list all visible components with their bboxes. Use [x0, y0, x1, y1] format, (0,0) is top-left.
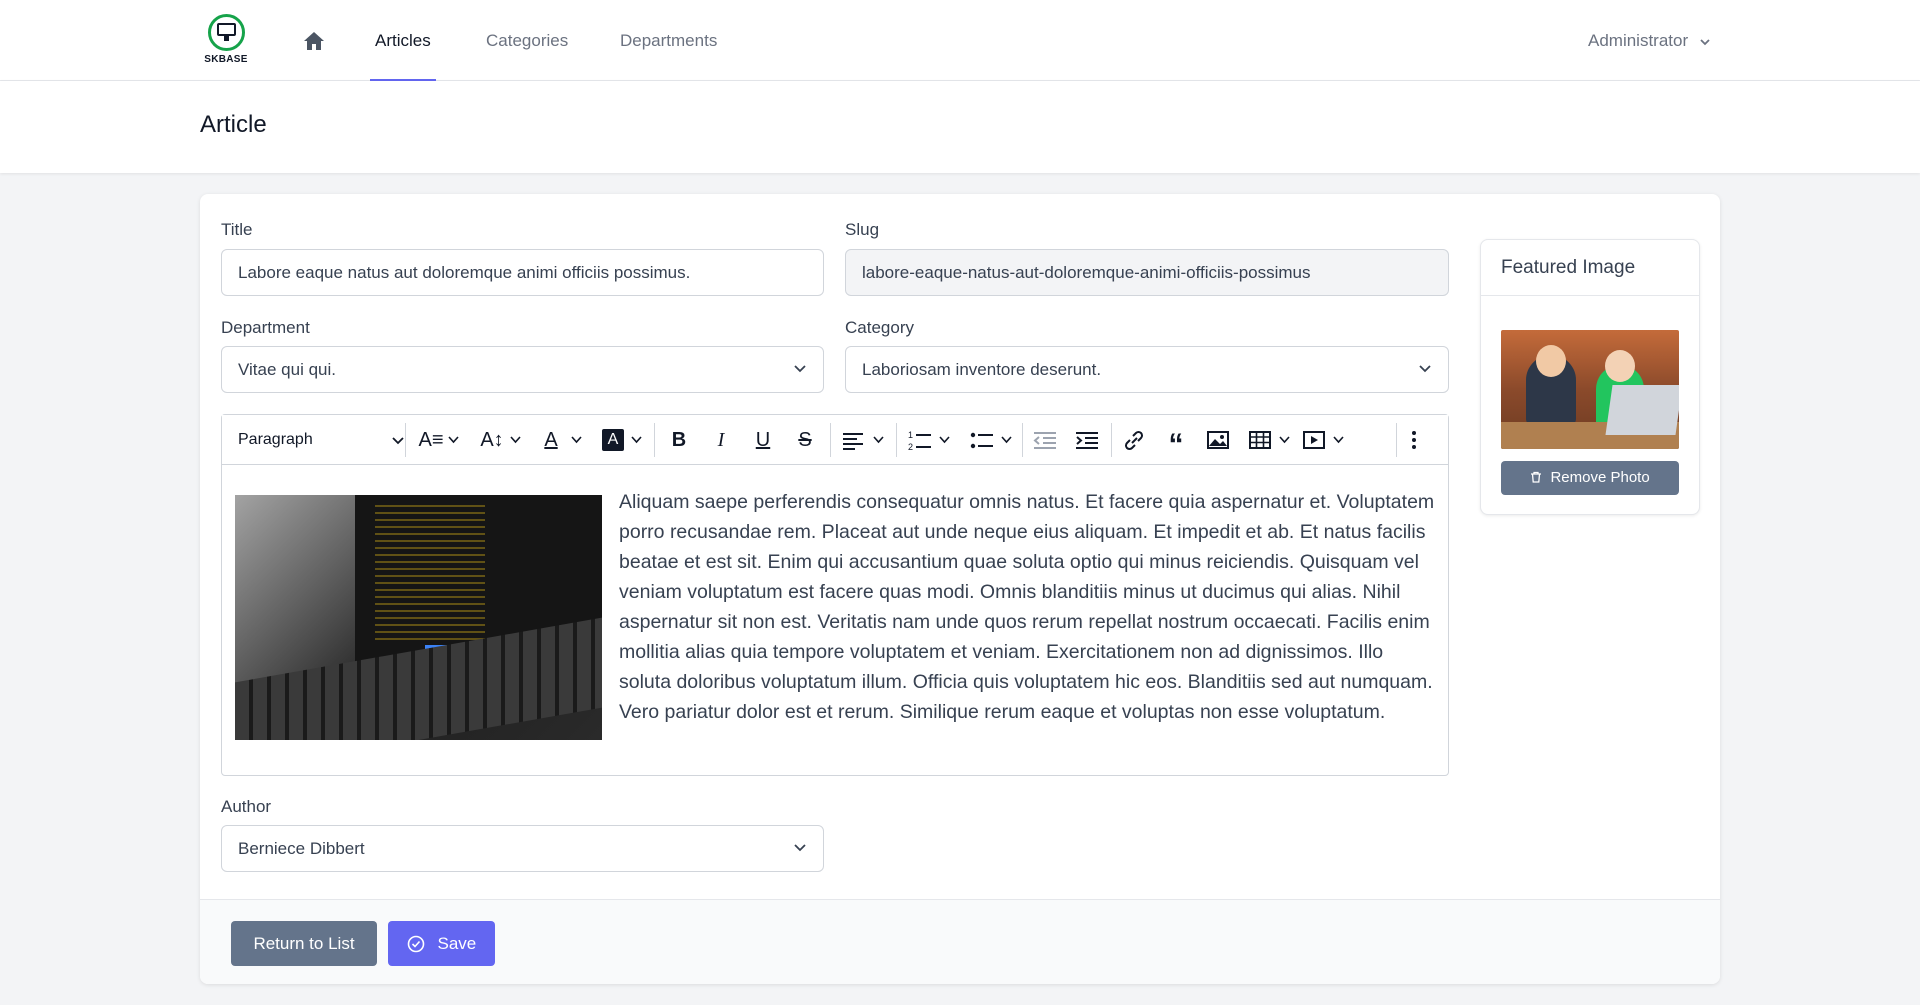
author-label: Author [221, 797, 272, 816]
italic-icon[interactable]: I [708, 427, 734, 453]
home-icon[interactable] [303, 31, 325, 51]
font-background-icon[interactable]: A [602, 429, 624, 451]
featured-image-panel: Featured Image Remove Photo [1480, 239, 1700, 515]
strikethrough-icon[interactable]: S [792, 427, 818, 453]
editor-toolbar: Paragraph A≡ A↕ A A B I U S 12 “ [222, 415, 1448, 465]
title-label: Title [221, 220, 253, 239]
inline-laptop-image[interactable] [235, 495, 602, 740]
numbered-list-icon[interactable]: 12 [908, 427, 932, 453]
user-menu[interactable]: Administrator [1588, 0, 1711, 81]
blockquote-icon[interactable]: “ [1164, 427, 1188, 461]
font-size-icon[interactable]: A≡ [418, 427, 444, 453]
editor-content-area[interactable]: Aliquam saepe perferendis consequatur om… [222, 466, 1448, 775]
chevron-down-icon[interactable] [510, 436, 521, 444]
chevron-down-icon [1700, 38, 1710, 45]
monitor-icon [217, 23, 236, 36]
save-button[interactable]: Save [388, 921, 495, 966]
indent-icon[interactable] [1075, 427, 1099, 453]
user-name: Administrator [1588, 31, 1689, 50]
nav-articles-label: Articles [375, 31, 431, 50]
insert-image-icon[interactable] [1206, 427, 1230, 453]
return-to-list-button[interactable]: Return to List [231, 921, 377, 966]
block-format-value: Paragraph [238, 431, 313, 448]
logo-text: SKBASE [204, 54, 248, 65]
nav-departments[interactable]: Departments [620, 0, 717, 81]
title-input[interactable]: Labore eaque natus aut doloremque animi … [221, 249, 824, 296]
department-select[interactable]: Vitae qui qui. [221, 346, 824, 393]
svg-text:1: 1 [908, 430, 913, 440]
outdent-icon[interactable] [1033, 427, 1057, 453]
bold-icon[interactable]: B [666, 427, 692, 453]
save-label: Save [437, 934, 477, 953]
slug-label: Slug [845, 220, 880, 239]
form-footer: Return to List Save [200, 899, 1720, 984]
top-navbar: SKBASE Articles Categories Departments A… [0, 0, 1920, 81]
chevron-down-icon [794, 365, 806, 373]
font-color-icon[interactable]: A [540, 427, 562, 453]
app-logo[interactable]: SKBASE [200, 14, 252, 66]
align-icon[interactable] [842, 427, 864, 453]
nav-articles[interactable]: Articles [370, 0, 436, 81]
more-icon[interactable] [1406, 427, 1422, 453]
chevron-down-icon [1419, 365, 1431, 373]
article-form-card: Title Labore eaque natus aut doloremque … [200, 194, 1720, 984]
remove-photo-label: Remove Photo [1550, 469, 1650, 486]
author-value: Berniece Dibbert [238, 839, 365, 858]
slug-input[interactable]: labore-eaque-natus-aut-doloremque-animi-… [845, 249, 1449, 296]
department-label: Department [221, 318, 310, 337]
featured-photo[interactable] [1501, 330, 1679, 449]
nav-departments-label: Departments [620, 31, 718, 50]
chevron-down-icon[interactable] [1001, 436, 1012, 444]
toolbar-separator [1111, 423, 1112, 457]
chevron-down-icon [794, 844, 806, 852]
author-select[interactable]: Berniece Dibbert [221, 825, 824, 872]
monitor-stand [224, 36, 229, 41]
editor-paragraph[interactable]: Aliquam saepe perferendis consequatur om… [619, 487, 1439, 727]
insert-media-icon[interactable] [1302, 427, 1326, 453]
toolbar-separator [830, 423, 831, 457]
photo-figure-head [1605, 350, 1635, 382]
chevron-down-icon[interactable] [571, 436, 582, 444]
chevron-down-icon[interactable] [1279, 436, 1290, 444]
chevron-down-icon[interactable] [631, 436, 642, 444]
department-value: Vitae qui qui. [238, 360, 336, 379]
nav-categories[interactable]: Categories [486, 0, 568, 81]
toolbar-separator [896, 423, 897, 457]
bulleted-list-icon[interactable] [970, 427, 994, 453]
featured-image-heading: Featured Image [1481, 240, 1699, 296]
page-title: Article [200, 111, 267, 138]
toolbar-separator [405, 423, 406, 457]
toolbar-separator [654, 423, 655, 457]
code-lines [375, 505, 485, 645]
chevron-down-icon[interactable] [1333, 436, 1344, 444]
page-header: Article [0, 81, 1920, 173]
chevron-down-icon[interactable] [939, 436, 950, 444]
svg-text:2: 2 [908, 442, 913, 452]
trash-icon [1531, 471, 1542, 483]
remove-photo-button[interactable]: Remove Photo [1501, 461, 1679, 495]
toolbar-separator [1022, 423, 1023, 457]
check-circle-icon [407, 935, 425, 953]
chevron-down-icon[interactable] [873, 436, 884, 444]
underline-icon[interactable]: U [750, 427, 776, 453]
return-to-list-label: Return to List [253, 934, 355, 953]
category-value: Laboriosam inventore deserunt. [862, 360, 1102, 379]
photo-figure-head [1536, 345, 1566, 377]
insert-table-icon[interactable] [1248, 427, 1272, 453]
photo-laptop [1605, 385, 1679, 435]
link-icon[interactable] [1122, 427, 1146, 453]
font-family-icon[interactable]: A↕ [478, 427, 506, 453]
category-select[interactable]: Laboriosam inventore deserunt. [845, 346, 1449, 393]
toolbar-separator [1396, 423, 1397, 457]
block-format-dropdown[interactable]: Paragraph [238, 427, 418, 453]
nav-categories-label: Categories [486, 31, 569, 50]
chevron-down-icon[interactable] [448, 436, 459, 444]
rich-text-editor: Paragraph A≡ A↕ A A B I U S 12 “ Aliquam… [221, 414, 1449, 776]
chevron-down-icon [392, 437, 404, 445]
category-label: Category [845, 318, 914, 337]
